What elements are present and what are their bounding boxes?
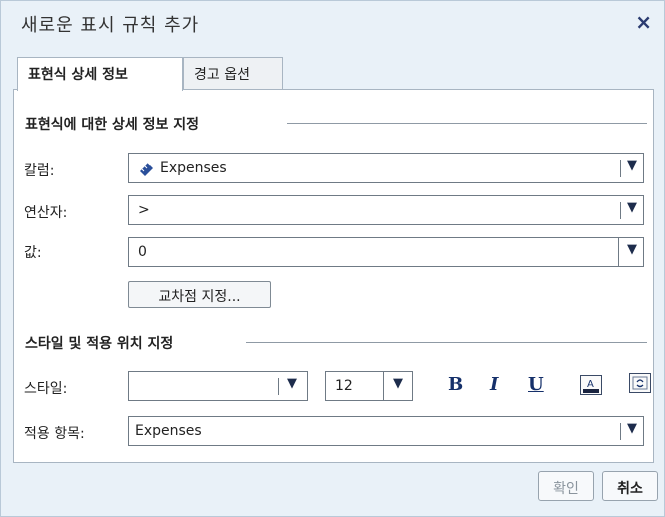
tab-label: 표현식 상세 정보 [28,67,128,83]
combo-separator [620,423,621,440]
combo-separator [620,202,621,219]
dialog-title: 새로운 표시 규칙 추가 [21,15,200,36]
column-label: 칼럼: [24,163,55,179]
tab-label: 경고 옵션 [194,67,250,83]
measure-icon [140,162,153,176]
tab-alert-options[interactable]: 경고 옵션 [183,57,283,89]
combo-separator [278,378,279,395]
bold-button[interactable]: B [448,374,463,395]
text-color-glyph: A [583,379,599,393]
apply-to-value: Expenses [135,423,202,439]
section-style-heading: 스타일 및 적용 위치 지정 [25,336,174,352]
chevron-down-icon[interactable]: ▼ [627,158,637,173]
column-value: Expenses [160,160,227,176]
italic-button[interactable]: I [490,374,498,395]
close-icon[interactable]: × [635,10,652,34]
section-expression-heading: 표현식에 대한 상세 정보 지정 [25,117,200,133]
style-label: 스타일: [24,381,68,397]
chevron-down-icon[interactable]: ▼ [393,376,403,391]
operator-select[interactable]: > ▼ [128,195,644,225]
title-bar: 새로운 표시 규칙 추가 × [1,1,664,49]
ok-button[interactable]: 확인 [538,471,594,501]
chevron-down-icon[interactable]: ▼ [627,421,637,436]
specify-intersection-label: 교차점 지정... [158,289,241,305]
add-display-rule-dialog: 새로운 표시 규칙 추가 × 표현식 상세 정보 경고 옵션 표현식에 대한 상… [0,0,665,517]
cancel-button[interactable]: 취소 [602,471,658,501]
text-color-icon[interactable]: A [580,375,602,395]
ok-label: 확인 [553,481,579,497]
underline-button[interactable]: U [528,374,544,395]
apply-to-select[interactable]: Expenses ▼ [128,416,644,446]
font-size-select[interactable]: 12 ▼ [325,371,413,401]
value-label: 값: [24,245,42,261]
chevron-down-icon[interactable]: ▼ [627,200,637,215]
svg-text:A: A [587,379,594,390]
background-color-glyph [632,376,648,390]
style-select[interactable]: ▼ [128,371,308,401]
tab-expression-details[interactable]: 표현식 상세 정보 [17,57,183,91]
specify-intersection-button[interactable]: 교차점 지정... [128,281,271,308]
column-select[interactable]: Expenses ▼ [128,153,644,183]
cancel-label: 취소 [617,481,643,497]
chevron-down-icon[interactable]: ▼ [627,242,637,257]
chevron-down-icon[interactable]: ▼ [287,376,297,391]
value-value: 0 [138,244,147,260]
operator-value: > [138,202,150,218]
operator-label: 연산자: [24,205,68,221]
value-combo[interactable]: 0 ▼ [128,237,644,267]
combo-separator [383,372,384,400]
font-size-value: 12 [335,378,353,394]
combo-separator [618,238,619,266]
tab-panel: 표현식에 대한 상세 정보 지정 칼럼: Expenses ▼ 연산자: > ▼… [13,89,654,463]
section-divider [287,123,647,124]
section-divider [246,342,647,343]
apply-to-label: 적용 항목: [24,426,85,442]
background-color-icon[interactable] [629,373,651,393]
combo-separator [620,160,621,177]
